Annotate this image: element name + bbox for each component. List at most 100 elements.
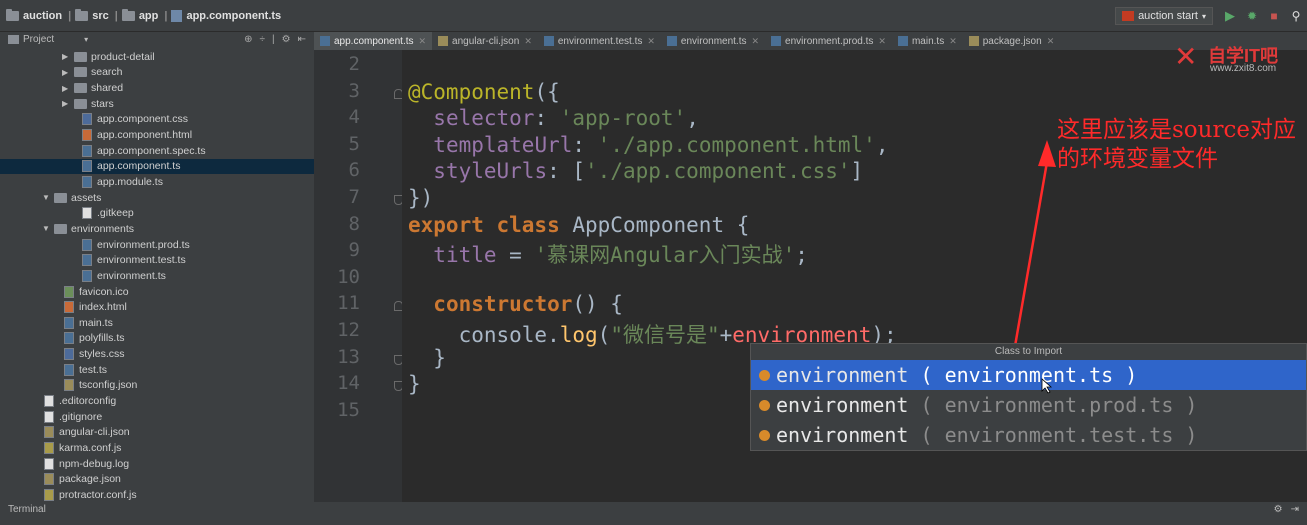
code-line[interactable]: }) [408, 186, 433, 210]
editor-tab[interactable]: angular-cli.json ✕ [432, 32, 538, 50]
code-token: AppComponent { [572, 212, 750, 237]
folder-icon [74, 83, 87, 94]
code-line[interactable]: @Component({ [408, 80, 560, 104]
tree-file[interactable]: .editorconfig [0, 393, 314, 409]
status-bar: Terminal ⚙ ⇥ [0, 502, 1307, 525]
watermark-url: www.zxit8.com [1210, 63, 1277, 74]
run-configuration-select[interactable]: auction start ▾ [1115, 7, 1213, 25]
code-token: , [686, 106, 699, 131]
breadcrumb-item-project[interactable]: auction [23, 10, 62, 22]
code-line[interactable]: } [408, 346, 446, 370]
code-line[interactable]: export class AppComponent { [408, 213, 749, 237]
tree-file[interactable]: app.component.html [0, 127, 314, 143]
ts-file-icon [82, 238, 92, 251]
tab-label: package.json [982, 35, 1042, 47]
chevron-right-icon[interactable]: ▶ [62, 84, 74, 93]
ts-file-icon [771, 36, 782, 46]
chevron-right-icon[interactable]: ▶ [62, 52, 74, 61]
tree-file[interactable]: package.json [0, 472, 314, 488]
chevron-down-icon[interactable]: ▾ [84, 35, 88, 44]
tree-file[interactable]: environment.prod.ts [0, 237, 314, 253]
close-icon[interactable]: ✕ [524, 36, 532, 47]
search-everywhere-button[interactable]: ⚲ [1285, 5, 1307, 27]
chevron-right-icon[interactable]: ▶ [62, 68, 74, 77]
code-line[interactable]: selector: 'app-root', [408, 106, 699, 130]
tree-file[interactable]: polyfills.ts [0, 331, 314, 347]
tree-file[interactable]: favicon.ico [0, 284, 314, 300]
tree-file[interactable]: main.ts [0, 315, 314, 331]
editor-tab[interactable]: environment.prod.ts ✕ [765, 32, 892, 50]
tree-file[interactable]: styles.css [0, 346, 314, 362]
breadcrumb-item-src[interactable]: src [92, 10, 109, 22]
tree-folder[interactable]: ▶ stars [0, 96, 314, 112]
tree-item-label: stars [91, 97, 114, 110]
code-line[interactable]: } [408, 372, 421, 396]
tree-file[interactable]: tsconfig.json [0, 378, 314, 394]
tree-item-label: angular-cli.json [59, 426, 130, 439]
run-button[interactable]: ▶ [1219, 5, 1241, 27]
close-icon[interactable]: ✕ [751, 36, 759, 47]
tree-file[interactable]: environment.ts [0, 268, 314, 284]
close-icon[interactable]: ✕ [647, 36, 655, 47]
tree-file[interactable]: app.component.ts [0, 158, 314, 175]
sync-icon[interactable]: ⊕ [244, 34, 252, 45]
chevron-down-icon[interactable]: ▼ [42, 224, 54, 233]
editor-tab[interactable]: environment.test.ts ✕ [538, 32, 661, 50]
gear-icon[interactable]: ⚙ [1274, 504, 1283, 515]
gear-icon[interactable]: ⚙ [282, 34, 291, 45]
tree-file[interactable]: protractor.conf.js [0, 487, 314, 502]
terminal-tool-window-label[interactable]: Terminal [8, 504, 46, 515]
code-token: ({ [534, 79, 560, 104]
tree-file[interactable]: app.module.ts [0, 174, 314, 190]
tree-file[interactable]: environment.test.ts [0, 252, 314, 268]
import-option[interactable]: environment ( environment.prod.ts ) [751, 390, 1306, 420]
collapse-all-icon[interactable]: ÷ [260, 34, 266, 45]
project-view-select[interactable]: Project [23, 34, 54, 45]
import-option[interactable]: environment ( environment.ts ) [751, 360, 1306, 390]
code-line[interactable]: templateUrl: './app.component.html', [408, 133, 888, 157]
tree-file[interactable]: test.ts [0, 362, 314, 378]
status-icons: ⚙ ⇥ [1274, 504, 1299, 515]
breadcrumb-separator: | [164, 9, 168, 22]
tree-folder[interactable]: ▶ search [0, 65, 314, 81]
debug-button[interactable]: ✹ [1241, 5, 1263, 27]
breadcrumb-item-file[interactable]: app.component.ts [186, 10, 281, 22]
code-line[interactable]: styleUrls: ['./app.component.css'] [408, 159, 863, 183]
breadcrumb-item-app[interactable]: app [139, 10, 159, 22]
editor-tab[interactable]: environment.ts ✕ [661, 32, 765, 50]
editor-tab[interactable]: main.ts ✕ [892, 32, 963, 50]
hide-panel-icon[interactable]: ⇤ [298, 34, 306, 45]
line-number: 12 [337, 319, 360, 341]
editor-tab[interactable]: app.component.ts ✕ [314, 32, 433, 50]
tree-folder[interactable]: ▶ shared [0, 80, 314, 96]
chevron-down-icon[interactable]: ▼ [42, 193, 54, 202]
class-to-import-popup: Class to Import environment ( environmen… [750, 343, 1307, 451]
tree-file[interactable]: .gitkeep [0, 206, 314, 222]
tree-item-label: app.component.html [97, 129, 193, 142]
tree-item-label: protractor.conf.js [59, 488, 137, 501]
chevron-right-icon[interactable]: ▶ [62, 99, 74, 108]
tree-file[interactable]: index.html [0, 299, 314, 315]
project-icon [8, 35, 19, 44]
tree-file[interactable]: karma.conf.js [0, 440, 314, 456]
code-line[interactable]: title = '慕课网Angular入门实战'; [408, 239, 808, 269]
tree-folder[interactable]: ▶ product-detail [0, 49, 314, 65]
tree-file[interactable]: .gitignore [0, 409, 314, 425]
hide-panel-icon[interactable]: ⇥ [1291, 504, 1299, 515]
tree-folder[interactable]: ▼ assets [0, 190, 314, 206]
editor-tab[interactable]: package.json ✕ [963, 32, 1060, 50]
close-icon[interactable]: ✕ [949, 36, 957, 47]
close-icon[interactable]: ✕ [1047, 36, 1055, 47]
code-line[interactable]: constructor() { [408, 292, 623, 316]
tree-file[interactable]: angular-cli.json [0, 425, 314, 441]
close-icon[interactable]: ✕ [878, 36, 886, 47]
import-option[interactable]: environment ( environment.test.ts ) [751, 420, 1306, 450]
close-icon[interactable]: ✕ [419, 36, 427, 47]
ts-file-icon [82, 144, 92, 157]
tree-file[interactable]: npm-debug.log [0, 456, 314, 472]
tree-folder[interactable]: ▼ environments [0, 221, 314, 237]
tree-file[interactable]: app.component.css [0, 112, 314, 128]
stop-button[interactable]: ■ [1263, 5, 1285, 27]
tree-file[interactable]: app.component.spec.ts [0, 143, 314, 159]
txt-file-icon [44, 395, 54, 408]
